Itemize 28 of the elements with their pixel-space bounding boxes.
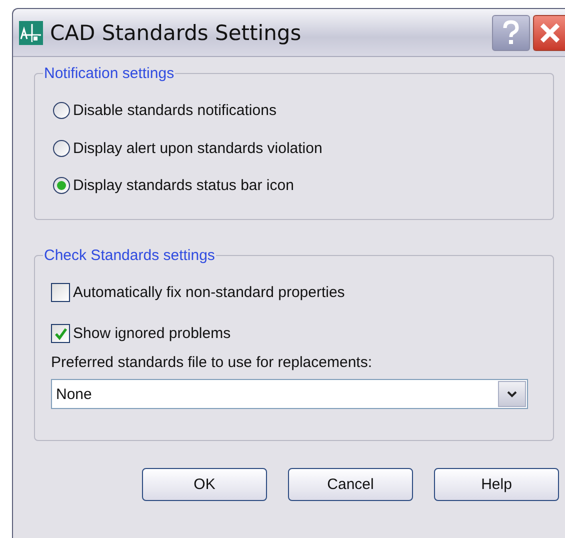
checkbox[interactable] <box>51 324 70 343</box>
close-icon <box>538 22 560 44</box>
radio-label: Display alert upon standards violation <box>73 140 322 157</box>
chevron-down-icon <box>507 390 517 398</box>
radio-button[interactable] <box>53 177 70 194</box>
close-button[interactable] <box>533 14 565 50</box>
field-label: Preferred standards file to use for replacements: <box>51 354 373 371</box>
group-title: Notification settings <box>43 65 176 82</box>
group-title: Check Standards settings <box>43 247 216 264</box>
checkbox[interactable] <box>51 283 70 302</box>
radio-button[interactable] <box>53 102 70 120</box>
radio-label: Disable standards notifications <box>73 102 276 120</box>
checkbox-label: Show ignored problems <box>73 325 231 342</box>
radio-option[interactable]: Display standards status bar icon <box>53 167 553 204</box>
radio-option[interactable]: Disable standards notifications <box>53 92 553 130</box>
dialog-button[interactable]: Help <box>434 468 559 501</box>
question-icon <box>501 20 521 46</box>
radio-option[interactable]: Display alert upon standards violation <box>53 130 553 167</box>
standards-file-dropdown[interactable]: None <box>51 379 528 409</box>
checkbox-label: Automatically fix non-standard properties <box>73 284 345 301</box>
window-title: CAD Standards Settings <box>50 20 302 44</box>
radio-label: Display standards status bar icon <box>73 177 294 194</box>
dialog-button[interactable]: OK <box>142 468 267 501</box>
dropdown-button[interactable] <box>498 381 526 407</box>
dialog-button[interactable]: Cancel <box>288 468 413 501</box>
help-title-button[interactable] <box>492 14 530 50</box>
radio-button[interactable] <box>53 140 70 157</box>
app-icon <box>19 20 43 44</box>
